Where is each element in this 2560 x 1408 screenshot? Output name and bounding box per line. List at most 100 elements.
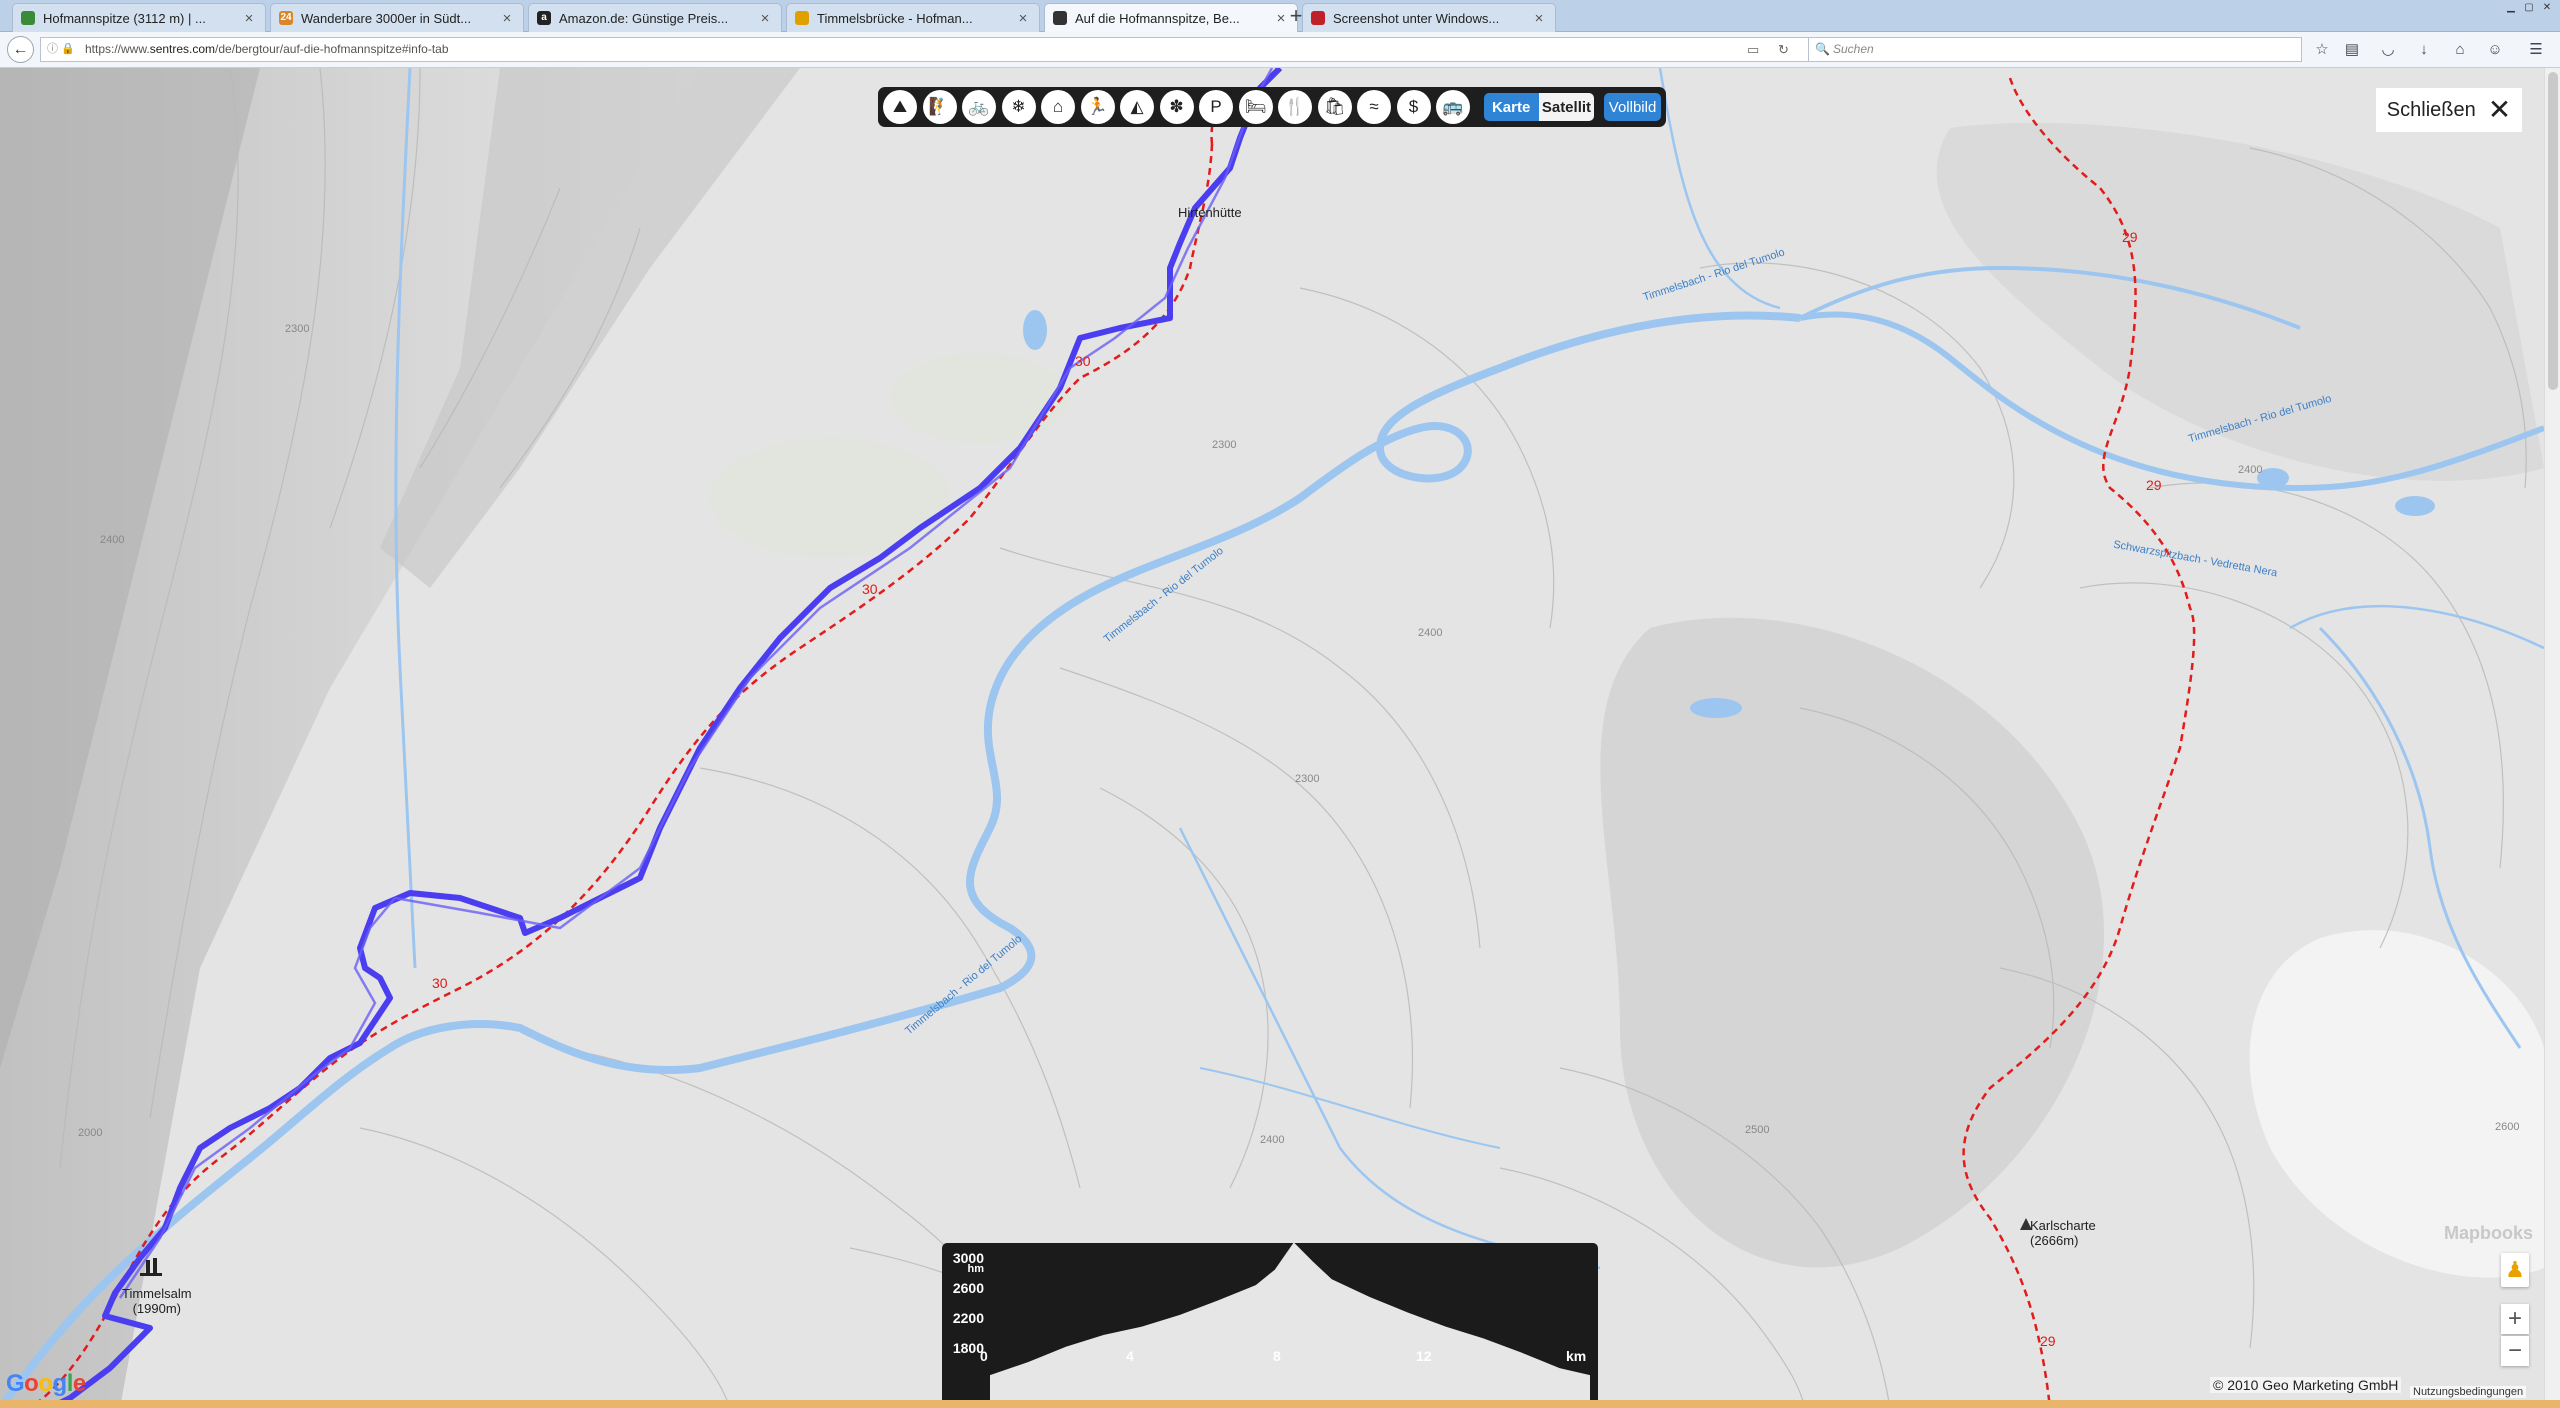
browser-tab[interactable]: Screenshot unter Windows... ×	[1302, 3, 1556, 32]
google-logo-letter: g	[52, 1370, 68, 1397]
search-icon: 🔍	[1815, 42, 1830, 56]
bookmark-star-icon[interactable]: ☆	[2312, 41, 2332, 59]
reload-icon[interactable]: ↻	[1778, 38, 1789, 61]
map-category-toolbar: ⛰ 🧗 🚲 ❄ ⌂ 🏃 ◭ ✽ P 🛏 🍴 🛍 ≈ $ 🚌 Karte Satellit Vollbild	[878, 87, 1666, 127]
reader-view-icon[interactable]: ▭	[1747, 38, 1759, 61]
tab-close-icon[interactable]: ×	[499, 10, 515, 27]
mode-baden-icon[interactable]: ≈	[1357, 90, 1391, 124]
google-logo-letter: e	[72, 1370, 86, 1397]
mode-winter-icon[interactable]: ❄	[1001, 90, 1036, 124]
elevation-chart	[990, 1243, 1590, 1408]
contour-label-3: 2300	[1295, 773, 1320, 785]
navigation-bar: ← ⓘ 🔒 https://www.sentres.com/de/bergtou…	[0, 32, 2560, 68]
maximize-icon[interactable]: ▢	[2522, 2, 2536, 13]
new-tab-button[interactable]: +	[1283, 5, 1309, 29]
url-path: /de/bergtour/auf-die-hofmannspitze#info-…	[215, 42, 449, 56]
mode-laufen-icon[interactable]: 🏃	[1080, 90, 1115, 124]
tab-title: Wanderbare 3000er in Südt...	[301, 10, 472, 26]
browser-tab[interactable]: Timmelsbrücke - Hofman... ×	[786, 3, 1040, 32]
satellit-button[interactable]: Satellit	[1538, 93, 1595, 121]
contour-label-5: 2400	[2238, 464, 2263, 476]
karte-button[interactable]: Karte	[1483, 93, 1539, 121]
terms-link[interactable]: Nutzungsbedingungen	[2410, 1386, 2527, 1398]
meadow-2	[890, 353, 1070, 443]
window-close-icon[interactable]: ✕	[2540, 2, 2554, 13]
tab-close-icon[interactable]: ×	[1015, 10, 1031, 27]
menu-icon[interactable]: ☰	[2526, 41, 2546, 59]
mode-gipfel-icon[interactable]: ◭	[1120, 90, 1154, 124]
label-karlscharte-elev: (2666m)	[2030, 1233, 2079, 1248]
x-unit-label: km	[1566, 1348, 1587, 1364]
scrollbar-thumb[interactable]	[2548, 72, 2558, 390]
page-scrollbar[interactable]	[2544, 68, 2560, 1408]
mode-aussicht-icon[interactable]: ✽	[1159, 90, 1194, 124]
contour-label-4: 2400	[1418, 627, 1443, 639]
back-button[interactable]: ←	[7, 36, 34, 63]
x-tick-8: 8	[1273, 1348, 1281, 1364]
map-copyright: © 2010 Geo Marketing GmbH	[2210, 1377, 2402, 1393]
browser-tab[interactable]: Auf die Hofmannspitze, Be... ×	[1044, 3, 1298, 32]
mode-radfahren-icon[interactable]: 🚲	[962, 90, 996, 124]
google-logo-letter: o	[38, 1370, 53, 1397]
tab-close-icon[interactable]: ×	[757, 10, 773, 27]
browser-tab[interactable]: 24 Wanderbare 3000er in Südt... ×	[270, 3, 524, 32]
google-logo-letter: o	[24, 1370, 39, 1397]
trail-29-marker-a: 29	[2122, 229, 2138, 245]
tab-favicon-icon	[21, 11, 35, 25]
vollbild-button[interactable]: Vollbild	[1604, 93, 1662, 121]
tab-title: Timmelsbrücke - Hofman...	[817, 10, 973, 26]
map-canvas	[0, 68, 2560, 1408]
category-icons: ⛰ 🧗 🚲 ❄ ⌂ 🏃 ◭ ✽ P 🛏 🍴 🛍 ≈ $ 🚌	[883, 90, 1476, 124]
zoom-in-button[interactable]: +	[2501, 1304, 2529, 1334]
trail-29-marker-c: 29	[2040, 1333, 2056, 1349]
browser-tab[interactable]: Hofmannspitze (3112 m) | ... ×	[12, 3, 266, 32]
home-icon[interactable]: ⌂	[2450, 41, 2470, 59]
pocket-icon[interactable]: ◡	[2378, 41, 2398, 59]
contour-label-8: 2400	[1260, 1134, 1285, 1146]
x-tick-4: 4	[1126, 1348, 1134, 1364]
mode-unterkunft-icon[interactable]: 🛏	[1238, 90, 1273, 124]
trail-30-marker-b: 30	[862, 581, 878, 597]
topographic-map[interactable]: Hirtenhütte Timmelsalm (1990m) Karlschar…	[0, 68, 2560, 1408]
x-tick-12: 12	[1416, 1348, 1432, 1364]
label-timmelsalm: Timmelsalm (1990m)	[122, 1286, 192, 1316]
chat-icon[interactable]: ☺	[2485, 41, 2505, 59]
close-label: Schließen	[2386, 98, 2476, 121]
download-icon[interactable]: ↓	[2414, 41, 2434, 59]
contour-label-6: 2000	[78, 1127, 103, 1139]
search-placeholder: Suchen	[1833, 42, 1874, 56]
tab-favicon-icon: a	[537, 11, 551, 25]
mode-huette-icon[interactable]: ⌂	[1041, 90, 1075, 124]
mode-geld-icon[interactable]: $	[1396, 90, 1431, 124]
bookmarks-list-icon[interactable]: ▤	[2342, 41, 2362, 59]
meadow-1	[710, 438, 950, 558]
url-prefix: https://www.	[85, 42, 150, 56]
mode-klettern-icon[interactable]: 🧗	[922, 90, 957, 124]
info-lock-icon[interactable]: ⓘ 🔒	[47, 38, 75, 61]
browser-tab[interactable]: a Amazon.de: Günstige Preis... ×	[528, 3, 782, 32]
contour-label-1: 2300	[285, 323, 310, 335]
mode-parken-icon[interactable]: P	[1199, 90, 1233, 124]
mode-essen-icon[interactable]: 🍴	[1278, 90, 1312, 124]
url-bar[interactable]: ⓘ 🔒 https://www.sentres.com/de/bergtour/…	[40, 37, 1810, 62]
minimize-icon[interactable]: ▁	[2504, 2, 2518, 13]
mode-shopping-icon[interactable]: 🛍	[1317, 90, 1352, 124]
os-taskbar	[0, 1400, 2560, 1408]
window-controls: ▁ ▢ ✕	[2504, 2, 2554, 13]
elevation-profile[interactable]: 3000 hm 2600 2200 1800 0 4 8 12 km	[942, 1243, 1598, 1408]
label-timmelsalm-name: Timmelsalm	[122, 1286, 192, 1301]
url-domain: sentres.com	[149, 42, 216, 56]
tab-close-icon[interactable]: ×	[241, 10, 257, 27]
tab-title: Screenshot unter Windows...	[1333, 10, 1500, 26]
mode-bus-icon[interactable]: 🚌	[1436, 90, 1470, 124]
google-logo: Google	[6, 1370, 86, 1398]
streetview-pegman-icon[interactable]: ♟	[2501, 1253, 2529, 1287]
zoom-out-button[interactable]: −	[2501, 1336, 2529, 1366]
contour-label-2: 2400	[100, 534, 125, 546]
search-bar[interactable]: 🔍 Suchen	[1808, 37, 2302, 62]
tab-close-icon[interactable]: ×	[1531, 10, 1547, 27]
mode-wandern-icon[interactable]: ⛰	[883, 90, 917, 124]
close-map-button[interactable]: Schließen ✕	[2376, 88, 2522, 132]
google-logo-letter: G	[6, 1370, 25, 1397]
tab-title: Hofmannspitze (3112 m) | ...	[43, 10, 206, 26]
